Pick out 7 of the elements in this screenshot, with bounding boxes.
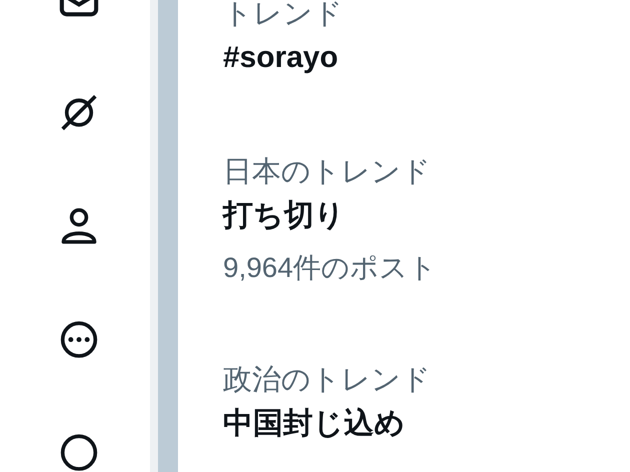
trend-context: 政治のトレンド — [223, 363, 432, 398]
trend-name[interactable]: 打ち切り — [223, 196, 630, 236]
trend-name[interactable]: 中国封じ込め — [223, 404, 630, 444]
trend-context: トレンド — [223, 0, 344, 32]
trend-context: 日本のトレンド — [223, 155, 432, 190]
trend-name[interactable]: #sorayo — [223, 38, 630, 78]
post-count: 9,964件のポスト — [223, 251, 438, 285]
